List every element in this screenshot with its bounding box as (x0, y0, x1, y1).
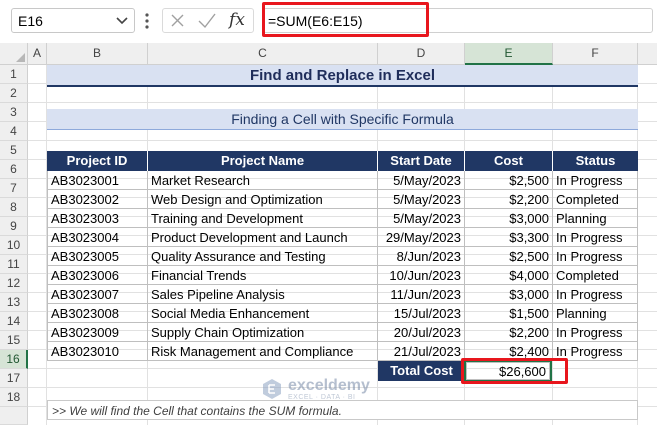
cell-status[interactable]: Completed (553, 266, 638, 285)
cell-cost[interactable]: $3,000 (465, 209, 553, 228)
cell-start-date[interactable]: 29/May/2023 (378, 228, 465, 247)
cell-project-name[interactable]: Product Development and Launch (148, 228, 378, 247)
cell-project-id[interactable]: AB3023003 (47, 209, 148, 228)
row-header-6[interactable]: 6 (0, 160, 28, 179)
cell-status[interactable]: In Progress (553, 171, 638, 190)
row-header-7[interactable]: 7 (0, 179, 28, 198)
header-status: Status (553, 151, 638, 171)
cell-project-name[interactable]: Supply Chain Optimization (148, 323, 378, 342)
row-header-12[interactable]: 12 (0, 274, 28, 293)
row-header-11[interactable]: 11 (0, 255, 28, 274)
header-start-date: Start Date (378, 151, 465, 171)
name-box-value: E16 (18, 13, 43, 29)
cell-project-id[interactable]: AB3023008 (47, 304, 148, 323)
cancel-x-icon[interactable] (169, 12, 186, 29)
cell-status[interactable]: In Progress (553, 323, 638, 342)
cell-project-name[interactable]: Risk Management and Compliance (148, 342, 378, 361)
cell-start-date[interactable]: 20/Jul/2023 (378, 323, 465, 342)
total-highlight-box (461, 358, 568, 384)
header-cost: Cost (465, 151, 553, 171)
fx-icon[interactable]: fx (225, 12, 249, 29)
select-all-corner[interactable] (0, 43, 28, 65)
cell-project-id[interactable]: AB3023006 (47, 266, 148, 285)
row-header-8[interactable]: 8 (0, 198, 28, 217)
formula-highlight-box (262, 2, 429, 37)
cell-status[interactable]: In Progress (553, 285, 638, 304)
sheet-title: Find and Replace in Excel (47, 65, 638, 87)
formula-actions: fx (162, 8, 254, 33)
cell-cost[interactable]: $3,300 (465, 228, 553, 247)
cell-project-name[interactable]: Sales Pipeline Analysis (148, 285, 378, 304)
cell-project-name[interactable]: Market Research (148, 171, 378, 190)
row-header-1[interactable]: 1 (0, 65, 28, 84)
column-header-g-partial (638, 43, 657, 65)
cell-cost[interactable]: $2,200 (465, 323, 553, 342)
cell-project-id[interactable]: AB3023010 (47, 342, 148, 361)
name-box[interactable]: E16 (11, 8, 135, 33)
cell-start-date[interactable]: 10/Jun/2023 (378, 266, 465, 285)
sheet-subtitle: Finding a Cell with Specific Formula (47, 109, 638, 130)
cell-start-date[interactable]: 5/May/2023 (378, 171, 465, 190)
column-header-f[interactable]: F (553, 43, 638, 65)
row-header-3[interactable]: 3 (0, 103, 28, 122)
row-header-17[interactable]: 17 (0, 369, 28, 388)
row-header-2[interactable]: 2 (0, 84, 28, 103)
chevron-down-icon[interactable] (115, 16, 129, 26)
column-header-e[interactable]: E (465, 43, 553, 65)
column-header-b[interactable]: B (47, 43, 148, 65)
cell-start-date[interactable]: 8/Jun/2023 (378, 247, 465, 266)
row-header-10[interactable]: 10 (0, 236, 28, 255)
cell-project-id[interactable]: AB3023002 (47, 190, 148, 209)
cell-cost[interactable]: $4,000 (465, 266, 553, 285)
cell-status[interactable]: Completed (553, 190, 638, 209)
cell-cost[interactable]: $3,000 (465, 285, 553, 304)
cell-status[interactable]: In Progress (553, 228, 638, 247)
instruction-note: >> We will find the Cell that contains t… (47, 400, 638, 420)
cell-project-name[interactable]: Financial Trends (148, 266, 378, 285)
cell-cost[interactable]: $1,500 (465, 304, 553, 323)
header-project-id: Project ID (47, 151, 148, 171)
row-header-16[interactable]: 16 (0, 350, 28, 369)
column-header-d[interactable]: D (378, 43, 465, 65)
cell-start-date[interactable]: 11/Jun/2023 (378, 285, 465, 304)
row-header-4[interactable]: 4 (0, 122, 28, 141)
row-header-15[interactable]: 15 (0, 331, 28, 350)
exceldemy-logo-icon (263, 379, 281, 399)
cell-status[interactable]: Planning (553, 209, 638, 228)
cell-start-date[interactable]: 21/Jul/2023 (378, 342, 465, 361)
cell-project-id[interactable]: AB3023007 (47, 285, 148, 304)
row-header-13[interactable]: 13 (0, 293, 28, 312)
cell-start-date[interactable]: 15/Jul/2023 (378, 304, 465, 323)
row-header-9[interactable]: 9 (0, 217, 28, 236)
cell-project-id[interactable]: AB3023005 (47, 247, 148, 266)
cell-project-name[interactable]: Social Media Enhancement (148, 304, 378, 323)
cell-status[interactable]: Planning (553, 304, 638, 323)
cell-start-date[interactable]: 5/May/2023 (378, 190, 465, 209)
header-project-name: Project Name (148, 151, 378, 171)
row-header-14[interactable]: 14 (0, 312, 28, 331)
row-header-5[interactable]: 5 (0, 141, 28, 160)
cell-cost[interactable]: $2,200 (465, 190, 553, 209)
cell-project-name[interactable]: Training and Development (148, 209, 378, 228)
formula-bar: E16 fx =SUM(E6:E15) (0, 0, 657, 43)
exceldemy-watermark: exceldemy EXCEL · DATA · BI (256, 375, 406, 403)
row-header-19-partial (0, 407, 28, 425)
row-header-18[interactable]: 18 (0, 388, 28, 407)
enter-check-icon[interactable] (197, 12, 217, 29)
column-header-c[interactable]: C (148, 43, 378, 65)
cell-status[interactable]: In Progress (553, 247, 638, 266)
cell-project-id[interactable]: AB3023004 (47, 228, 148, 247)
kebab-icon[interactable] (144, 12, 150, 30)
cell-cost[interactable]: $2,500 (465, 171, 553, 190)
column-header-a[interactable]: A (28, 43, 47, 65)
watermark-name: exceldemy (288, 377, 370, 394)
cell-start-date[interactable]: 5/May/2023 (378, 209, 465, 228)
cell-project-id[interactable]: AB3023009 (47, 323, 148, 342)
cell-project-name[interactable]: Web Design and Optimization (148, 190, 378, 209)
cell-project-id[interactable]: AB3023001 (47, 171, 148, 190)
cell-cost[interactable]: $2,500 (465, 247, 553, 266)
cell-project-name[interactable]: Quality Assurance and Testing (148, 247, 378, 266)
